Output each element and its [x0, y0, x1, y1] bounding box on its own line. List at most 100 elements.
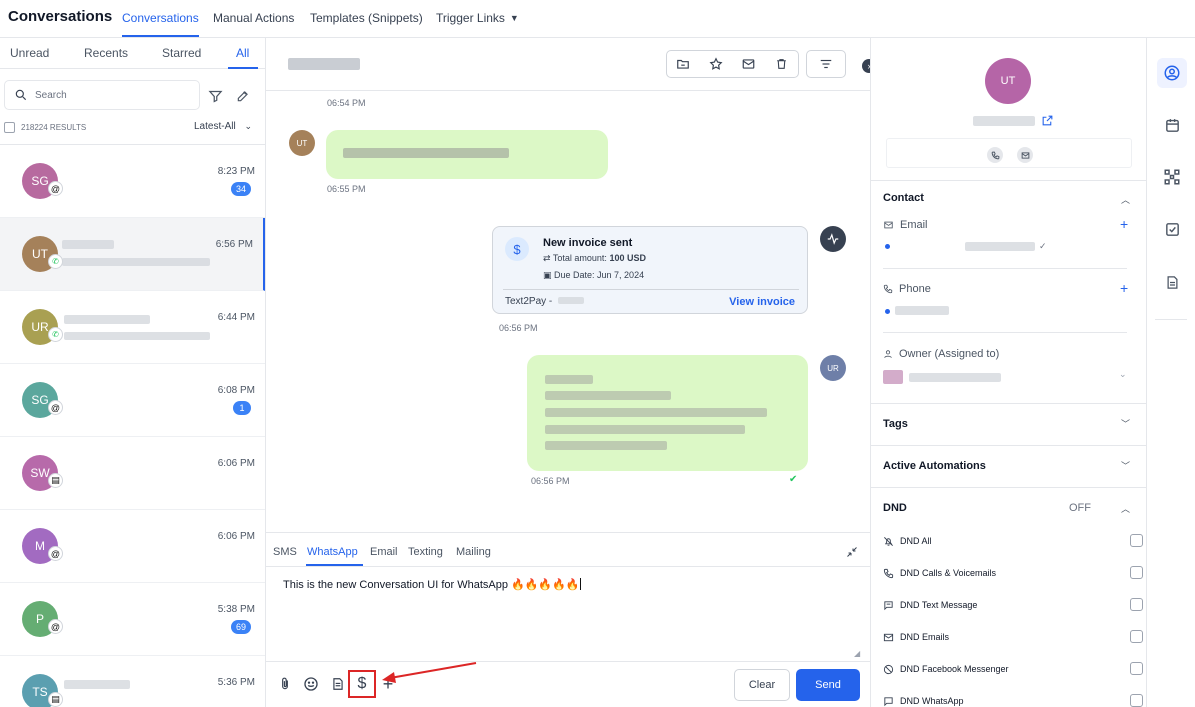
folder-icon[interactable]	[666, 50, 700, 78]
message-text-redacted	[545, 408, 767, 417]
select-all-checkbox[interactable]	[4, 122, 15, 133]
dnd-text-checkbox[interactable]	[1130, 598, 1143, 611]
invoice-due-date: ▣ Due Date: Jun 7, 2024	[543, 270, 644, 281]
view-invoice-link[interactable]: View invoice	[729, 296, 795, 308]
chevron-down-icon[interactable]: ﹀	[1121, 459, 1130, 472]
mail-icon[interactable]	[732, 50, 766, 78]
add-phone-button[interactable]: +	[1120, 280, 1128, 296]
dnd-emails-checkbox[interactable]	[1130, 630, 1143, 643]
tab-recents[interactable]: Recents	[84, 46, 128, 60]
contact-section-title: Contact	[883, 192, 924, 204]
nav-manual-actions[interactable]: Manual Actions	[213, 0, 294, 37]
nav-conversations[interactable]: Conversations	[122, 0, 199, 37]
amount-value: 100 USD	[609, 253, 646, 263]
tab-all[interactable]: All	[236, 46, 249, 60]
collapse-icon[interactable]	[846, 546, 858, 558]
sort-label: Latest-All	[194, 121, 236, 132]
dnd-calls-checkbox[interactable]	[1130, 566, 1143, 579]
task-checkbox-icon[interactable]	[1157, 214, 1187, 244]
resize-handle-icon[interactable]: ◢	[854, 649, 860, 658]
sort-filter-icon[interactable]	[806, 50, 846, 78]
message-text: This is the new Conversation UI for What…	[283, 579, 580, 591]
message-icon	[883, 696, 894, 707]
tab-texting[interactable]: Texting	[408, 546, 443, 558]
phone-icon[interactable]	[987, 147, 1003, 163]
send-button[interactable]: Send	[796, 669, 860, 701]
user-circle-icon[interactable]	[1157, 58, 1187, 88]
filter-icon[interactable]	[206, 87, 224, 105]
conversation-row-selected[interactable]: UT ✆ 6:56 PM	[0, 218, 265, 291]
outgoing-message-bubble	[527, 355, 808, 471]
message-composer: SMS WhatsApp Email Texting Mailing This …	[266, 532, 870, 707]
mail-icon[interactable]	[1017, 147, 1033, 163]
dnd-label: DND WhatsApp	[900, 696, 964, 706]
invoice-provider: Text2Pay -	[505, 296, 585, 307]
contact-name-redacted	[64, 680, 130, 689]
dnd-all-checkbox[interactable]	[1130, 534, 1143, 547]
trash-icon[interactable]	[765, 50, 799, 78]
compose-icon[interactable]	[234, 87, 252, 105]
nav-trigger-links[interactable]: Trigger Links ▼	[436, 0, 519, 37]
dnd-state: OFF	[1069, 502, 1091, 514]
conversation-row[interactable]: UR ✆ 6:44 PM	[0, 291, 265, 364]
notes-icon[interactable]	[1157, 267, 1187, 297]
message-input[interactable]: This is the new Conversation UI for What…	[283, 578, 581, 591]
calendar-icon[interactable]	[1157, 110, 1187, 140]
nav-templates[interactable]: Templates (Snippets)	[310, 0, 423, 37]
invoice-amount: ⇄ Total amount: 100 USD	[543, 253, 646, 264]
chevron-up-icon[interactable]: ︿	[1121, 502, 1130, 515]
automations-section-title[interactable]: Active Automations	[883, 460, 986, 472]
invoice-title: New invoice sent	[543, 237, 633, 249]
template-icon[interactable]	[329, 675, 347, 693]
tab-whatsapp[interactable]: WhatsApp	[307, 546, 358, 558]
whatsapp-channel-icon: ✆	[48, 327, 63, 342]
tab-email[interactable]: Email	[370, 546, 398, 558]
tags-section-title[interactable]: Tags	[883, 418, 908, 430]
conversation-row[interactable]: SG @ 6:08 PM 1	[0, 364, 265, 437]
row-time: 6:08 PM	[217, 385, 255, 396]
contact-name-redacted	[973, 116, 1035, 126]
workflow-icon[interactable]	[1157, 162, 1187, 192]
conversation-row[interactable]: TS ▤ 5:36 PM	[0, 656, 265, 707]
dnd-whatsapp-checkbox[interactable]	[1130, 694, 1143, 707]
invoice-divider	[503, 289, 799, 290]
dnd-facebook-checkbox[interactable]	[1130, 662, 1143, 675]
user-icon	[883, 349, 893, 359]
message-text-redacted	[343, 148, 509, 158]
dnd-section-title: DND	[883, 502, 907, 514]
external-link-icon[interactable]	[1041, 114, 1054, 127]
chevron-up-icon[interactable]: ︿	[1121, 193, 1130, 206]
conversation-row[interactable]: SG @ 8:23 PM 34	[0, 145, 265, 218]
mail-icon	[883, 220, 894, 230]
clear-button[interactable]: Clear	[734, 669, 790, 701]
unread-badge: 34	[230, 182, 251, 196]
add-email-button[interactable]: +	[1120, 216, 1128, 232]
emoji-icon[interactable]	[302, 675, 320, 693]
tab-unread[interactable]: Unread	[10, 46, 49, 60]
section-divider	[871, 445, 1146, 446]
email-channel-icon: @	[48, 181, 63, 196]
conversation-row[interactable]: M @ 6:06 PM	[0, 510, 265, 583]
sort-select[interactable]: Latest-All ⌄	[194, 121, 252, 132]
star-icon[interactable]	[699, 50, 733, 78]
conversation-row[interactable]: SW ▤ 6:06 PM	[0, 437, 265, 510]
row-time: 6:44 PM	[217, 312, 255, 323]
field-divider	[883, 332, 1127, 333]
receipt-icon: ⇄	[543, 253, 553, 263]
conversation-list-panel: Unread Recents Starred All Search 218224…	[0, 38, 266, 707]
conversation-row[interactable]: P @ 5:38 PM 69	[0, 583, 265, 656]
tab-mailing[interactable]: Mailing	[456, 546, 491, 558]
provider-label: Text2Pay -	[505, 296, 553, 307]
chevron-down-icon[interactable]: ﹀	[1121, 417, 1130, 430]
tab-starred[interactable]: Starred	[162, 46, 201, 60]
tab-sms[interactable]: SMS	[273, 546, 297, 558]
owner-avatar-redacted	[883, 370, 903, 384]
incoming-message-bubble	[326, 130, 608, 179]
owner-select[interactable]: ⌄	[881, 368, 1135, 386]
email-field-label: Email	[883, 219, 928, 231]
due-date-label: Due Date: Jun 7, 2024	[554, 270, 645, 280]
search-input[interactable]: Search	[4, 80, 200, 110]
message-preview-redacted	[62, 258, 210, 266]
annotation-arrow	[382, 662, 477, 683]
attachment-icon[interactable]	[276, 675, 294, 693]
